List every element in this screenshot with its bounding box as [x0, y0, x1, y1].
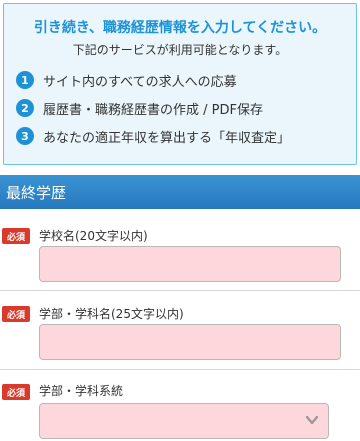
registration-notice: 引き続き、職務経歴情報を入力してください。 下記のサービスが利用可能となります。… [3, 3, 357, 165]
school-name-input[interactable] [39, 246, 341, 282]
section-title: 最終学歴 [6, 183, 67, 202]
field-divider [0, 369, 360, 370]
department-name-input[interactable] [39, 324, 341, 360]
required-badge: 必須 [2, 384, 30, 400]
department-name-label: 学部・学科名(25文字以内) [39, 307, 184, 321]
field-divider [0, 290, 360, 291]
department-category-select[interactable] [39, 403, 329, 439]
required-badge: 必須 [2, 228, 30, 244]
section-header-education: 最終学歴 [0, 175, 360, 209]
service-item-3: 3 あなたの適正年収を算出する「年収査定」 [16, 126, 290, 146]
service-item-label: 履歴書・職務経歴書の作成 / PDF保存 [43, 102, 263, 118]
notice-title: 引き続き、職務経歴情報を入力してください。 [33, 20, 327, 36]
required-badge: 必須 [2, 306, 30, 322]
step-number-badge: 2 [16, 99, 34, 117]
service-item-label: サイト内のすべての求人への応募 [43, 74, 237, 90]
school-name-label: 学校名(20文字以内) [39, 229, 148, 243]
service-item-1: 1 サイト内のすべての求人への応募 [16, 70, 237, 90]
step-number-badge: 3 [16, 127, 34, 145]
service-item-label: あなたの適正年収を算出する「年収査定」 [43, 130, 291, 146]
chevron-down-icon [305, 415, 319, 425]
department-category-label: 学部・学科系統 [39, 384, 124, 398]
step-number-badge: 1 [16, 71, 34, 89]
notice-subtitle: 下記のサービスが利用可能となります。 [72, 43, 288, 57]
service-item-2: 2 履歴書・職務経歴書の作成 / PDF保存 [16, 98, 263, 118]
